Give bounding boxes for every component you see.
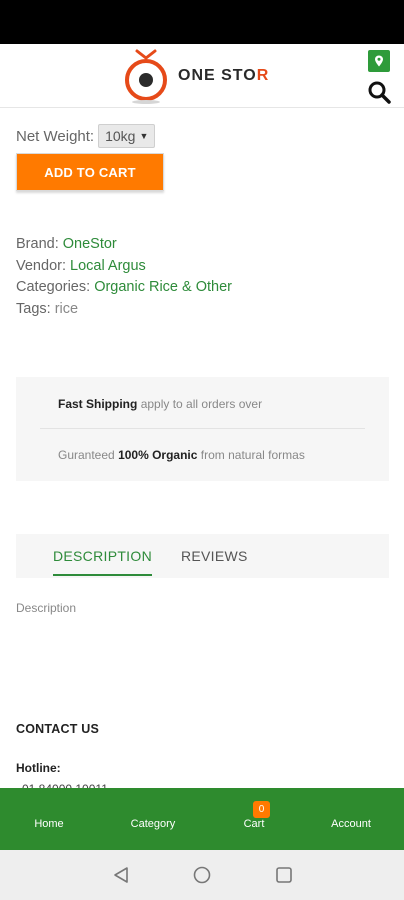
tags-label: Tags:	[16, 300, 51, 317]
tab-reviews[interactable]: REVIEWS	[181, 534, 248, 578]
shipping-text: apply to all orders over	[140, 397, 263, 411]
net-weight-select[interactable]: 10kg ▼	[98, 124, 156, 148]
categories-line: Categories: Organic Rice & Other	[16, 277, 232, 299]
tag-link[interactable]: rice	[55, 301, 78, 317]
logo-icon	[122, 47, 170, 105]
brand-line: Brand: OneStor	[16, 234, 232, 256]
recents-button[interactable]	[274, 865, 294, 885]
nav-home[interactable]: Home	[20, 788, 78, 850]
shipping-info: Fast Shipping apply to all orders over	[58, 397, 262, 411]
info-box: Fast Shipping apply to all orders over G…	[16, 377, 389, 481]
organic-prefix: Guranteed	[58, 448, 115, 462]
divider	[40, 428, 365, 429]
description-content: Description	[16, 601, 77, 615]
categories-link[interactable]: Organic Rice & Other	[94, 279, 232, 295]
add-to-cart-button[interactable]: ADD TO CART	[16, 153, 164, 191]
nav-category[interactable]: Category	[122, 788, 184, 850]
vendor-line: Vendor: Local Argus	[16, 256, 232, 278]
nav-cart[interactable]: Cart	[228, 788, 280, 850]
brand-label: Brand:	[16, 236, 59, 252]
cart-count-badge: 0	[253, 801, 270, 818]
tags-line: Tags: rice	[16, 299, 232, 321]
shipping-title: Fast Shipping	[58, 397, 138, 411]
dropdown-caret-icon: ▼	[139, 131, 149, 141]
logo-text: ONE STOR	[178, 67, 270, 84]
recents-square-icon	[276, 867, 292, 883]
status-bar	[0, 0, 404, 44]
logo[interactable]: ONE STOR	[122, 44, 269, 108]
nav-account[interactable]: Account	[322, 788, 380, 850]
product-tabs: DESCRIPTION REVIEWS	[16, 534, 389, 578]
categories-label: Categories:	[16, 279, 91, 296]
search-icon	[368, 81, 391, 104]
organic-info: Guranteed 100% Organic from natural form…	[58, 448, 305, 462]
app-header: ONE STOR	[0, 44, 404, 108]
brand-link[interactable]: OneStor	[63, 236, 117, 252]
location-pin-icon	[375, 55, 383, 67]
system-nav-bar	[0, 850, 404, 900]
hotline-label: Hotline:	[16, 761, 61, 775]
search-button[interactable]	[367, 80, 391, 104]
back-button[interactable]	[111, 865, 131, 885]
home-circle-icon	[193, 866, 211, 884]
organic-text: from natural formas	[200, 448, 305, 462]
vendor-link[interactable]: Local Argus	[70, 258, 146, 274]
organic-title: 100% Organic	[118, 448, 198, 462]
net-weight-row: Net Weight: 10kg ▼	[16, 124, 156, 148]
net-weight-label: Net Weight:	[16, 127, 95, 145]
product-meta: Brand: OneStor Vendor: Local Argus Categ…	[16, 234, 232, 320]
net-weight-value: 10kg	[105, 128, 136, 144]
home-button[interactable]	[192, 865, 212, 885]
location-button[interactable]	[368, 50, 390, 72]
tab-description[interactable]: DESCRIPTION	[53, 534, 152, 578]
bottom-nav: Home Category Cart Account 0	[0, 788, 404, 850]
back-triangle-icon	[114, 867, 128, 883]
contact-title: CONTACT US	[16, 722, 100, 736]
vendor-label: Vendor:	[16, 257, 66, 274]
